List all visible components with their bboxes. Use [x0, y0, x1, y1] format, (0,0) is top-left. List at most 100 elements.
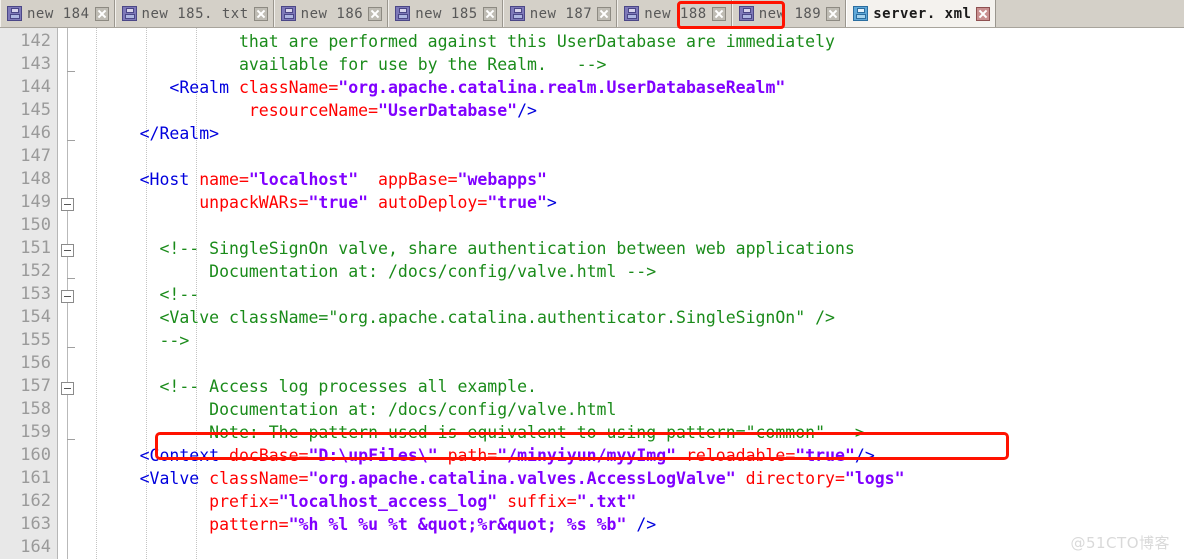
fold-marker — [58, 352, 80, 375]
code-token-cm: <!-- SingleSignOn valve, share authentic… — [80, 239, 855, 258]
fold-marker — [58, 260, 80, 283]
fold-toggle[interactable] — [58, 237, 80, 260]
code-line[interactable]: --> — [80, 329, 1184, 352]
code-token-cm: --> — [80, 331, 190, 350]
fold-marker — [58, 536, 80, 559]
code-line[interactable]: Documentation at: /docs/config/valve.htm… — [80, 398, 1184, 421]
collapse-icon[interactable] — [61, 198, 74, 211]
tab-new-186[interactable]: new 186 — [273, 0, 389, 27]
tab-label: new 184 — [27, 5, 90, 22]
code-token-cm: <!-- Access log processes all example. — [80, 377, 537, 396]
line-number: 151 — [20, 238, 51, 258]
code-line[interactable] — [80, 214, 1184, 237]
fold-marker — [58, 122, 80, 145]
tab-new-189[interactable]: new 189 — [731, 0, 847, 27]
tab-label: new 188 — [644, 5, 707, 22]
code-line[interactable]: <Context docBase="D:\upFiles\" path="/mi… — [80, 444, 1184, 467]
code-editor[interactable]: 142 143 144 145 146 147 148 149 150 151 152 153 154 1… — [0, 28, 1184, 559]
code-token-vl: "webapps" — [457, 170, 547, 189]
line-number: 146 — [20, 123, 51, 143]
tab-new-188[interactable]: new 188 — [617, 0, 732, 27]
tab-new-185-txt[interactable]: new 185. txt — [114, 0, 274, 27]
code-line[interactable]: that are performed against this UserData… — [80, 30, 1184, 53]
tab-new-185[interactable]: new 185 — [388, 0, 503, 27]
code-token-at: appBase= — [378, 170, 458, 189]
code-line[interactable]: pattern="%h %l %u %t &quot;%r&quot; %s %… — [80, 513, 1184, 536]
tab-label: new 187 — [529, 5, 593, 22]
tab-label: new 186 — [300, 5, 364, 22]
code-token-vl: "org.apache.catalina.valves.AccessLogVal… — [308, 469, 736, 488]
code-line[interactable]: prefix="localhost_access_log" suffix=".t… — [80, 490, 1184, 513]
code-token-at: name= — [199, 170, 249, 189]
line-number: 160 — [20, 445, 51, 465]
line-number: 163 — [20, 514, 51, 534]
code-token-cm: Documentation at: /docs/config/valve.htm… — [80, 262, 657, 281]
code-line[interactable]: <!-- Access log processes all example. — [80, 375, 1184, 398]
tab-close-icon[interactable] — [711, 6, 726, 21]
fold-toggle[interactable] — [58, 375, 80, 398]
code-line[interactable]: <Host name="localhost" appBase="webapps" — [80, 168, 1184, 191]
code-token-at: className= — [209, 469, 309, 488]
fold-marker — [58, 30, 80, 53]
code-token-cm: that are performed against this UserData… — [80, 32, 835, 51]
fold-marker — [58, 53, 80, 76]
code-token-tg: <Context — [80, 446, 230, 465]
line-number: 148 — [20, 169, 51, 189]
tab-close-icon[interactable] — [826, 6, 841, 21]
fold-toggle[interactable] — [58, 191, 80, 214]
fold-margin[interactable] — [58, 28, 80, 559]
code-line[interactable]: available for use by the Realm. --> — [80, 53, 1184, 76]
tab-close-icon[interactable] — [94, 6, 109, 21]
tab-label: new 185. txt — [141, 5, 249, 22]
code-line[interactable] — [80, 352, 1184, 375]
fold-marker — [58, 421, 80, 444]
code-line[interactable]: <Valve className="org.apache.catalina.au… — [80, 306, 1184, 329]
floppy-disk-icon — [738, 6, 754, 21]
code-line[interactable]: <!-- SingleSignOn valve, share authentic… — [80, 237, 1184, 260]
code-token-at: reloadable= — [676, 446, 796, 465]
fold-marker — [58, 490, 80, 513]
code-token-cm: Documentation at: /docs/config/valve.htm… — [80, 400, 617, 419]
tab-close-icon[interactable] — [976, 6, 991, 21]
collapse-icon[interactable] — [61, 382, 74, 395]
fold-marker — [58, 467, 80, 490]
tab-close-icon[interactable] — [482, 6, 497, 21]
watermark-text: @51CTO博客 — [1070, 534, 1170, 552]
code-line[interactable]: <Valve className="org.apache.catalina.va… — [80, 467, 1184, 490]
code-token-tg: </Realm> — [80, 124, 220, 143]
code-line[interactable] — [80, 536, 1184, 559]
tab-bar: new 184 new 185. txt new 186 new 185 new 187… — [0, 0, 1184, 29]
fold-marker — [58, 513, 80, 536]
code-line[interactable]: <!-- — [80, 283, 1184, 306]
code-line[interactable]: resourceName="UserDatabase"/> — [80, 99, 1184, 122]
fold-toggle[interactable] — [58, 283, 80, 306]
code-line[interactable]: Documentation at: /docs/config/valve.htm… — [80, 260, 1184, 283]
tab-new-187[interactable]: new 187 — [502, 0, 618, 27]
code-token-vl: ".txt" — [576, 492, 637, 511]
code-token-at: unpackWARs= — [80, 193, 309, 212]
tab-close-icon[interactable] — [368, 6, 383, 21]
code-token-at: path= — [437, 446, 498, 465]
tab-close-icon[interactable] — [253, 6, 268, 21]
code-line[interactable] — [80, 145, 1184, 168]
code-line[interactable]: </Realm> — [80, 122, 1184, 145]
code-line[interactable]: Note: The pattern used is equivalent to … — [80, 421, 1184, 444]
floppy-disk-icon — [624, 6, 640, 21]
code-line[interactable]: <Realm className="org.apache.catalina.re… — [80, 76, 1184, 99]
tab-new-184[interactable]: new 184 — [0, 0, 115, 27]
tab-server-xml[interactable]: server. xml — [846, 0, 997, 27]
code-line[interactable]: unpackWARs="true" autoDeploy="true"> — [80, 191, 1184, 214]
code-area[interactable]: that are performed against this UserData… — [80, 28, 1184, 559]
tab-close-icon[interactable] — [597, 6, 612, 21]
line-number: 143 — [20, 54, 51, 74]
collapse-icon[interactable] — [61, 244, 74, 257]
code-token-at: docBase= — [229, 446, 309, 465]
line-number: 149 — [20, 192, 51, 212]
code-token-at: pattern= — [80, 515, 289, 534]
code-token-vl: "true" — [795, 446, 855, 465]
line-number: 164 — [20, 537, 51, 557]
line-number: 144 — [20, 77, 51, 97]
code-token-vl: "logs" — [844, 469, 905, 488]
collapse-icon[interactable] — [61, 290, 74, 303]
line-number-gutter: 142 143 144 145 146 147 148 149 150 151 152 153 154 1… — [0, 28, 58, 559]
